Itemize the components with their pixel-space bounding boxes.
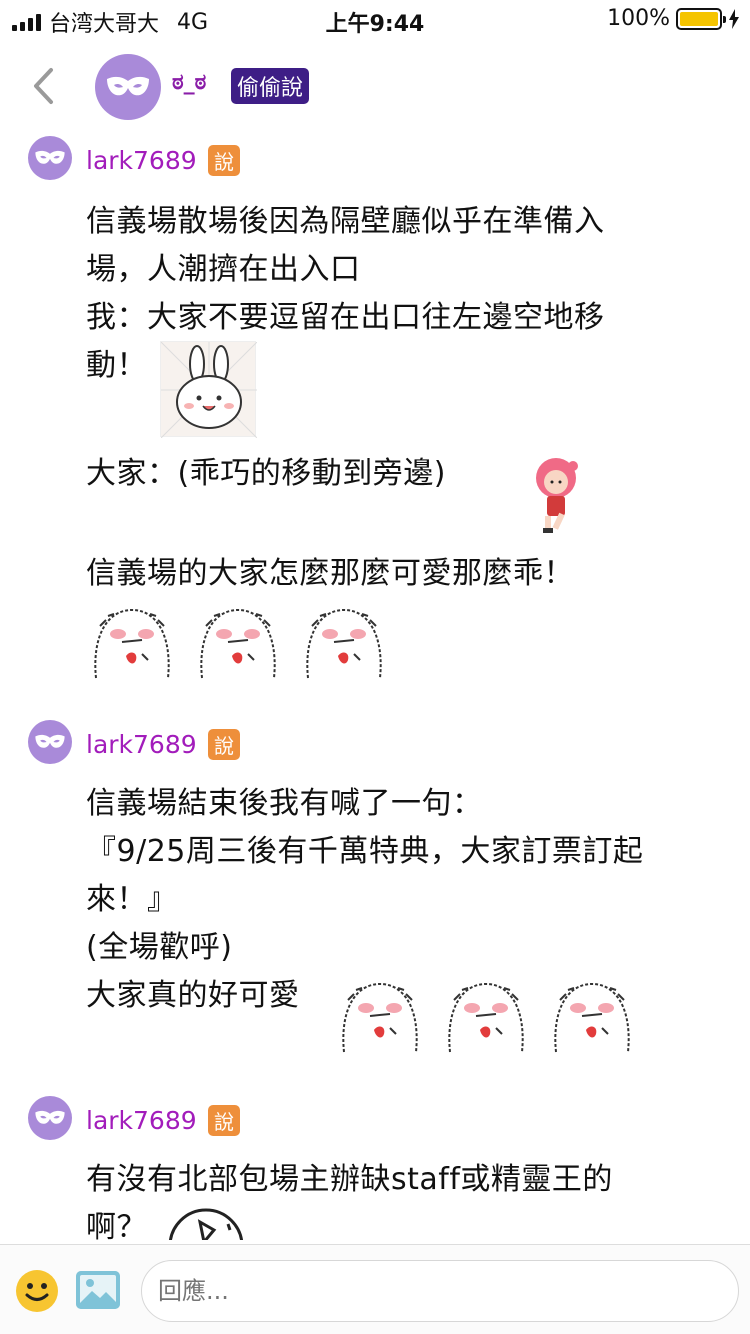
ghost-sticker (298, 598, 390, 690)
mask-icon (35, 1110, 65, 1124)
avatar[interactable] (28, 720, 72, 764)
comment-line: 信義場散場後因為隔壁廳似乎在準備入 (86, 204, 605, 239)
status-bar: 台湾大哥大 4G 上午9:44 100% (0, 0, 750, 40)
ghost-sticker (86, 598, 178, 690)
doodle-sticker (160, 1200, 252, 1240)
reply-input[interactable] (141, 1260, 739, 1322)
battery-icon (676, 7, 726, 30)
chevron-left-icon (34, 68, 53, 104)
comment-line: (全場歡呼) (86, 930, 233, 965)
post-type-badge: 說 (208, 1105, 240, 1136)
comment-line: 動！ (86, 348, 147, 383)
comment-line: 大家：(乖巧的移動到旁邊) (86, 456, 446, 491)
battery-percent: 100% (607, 6, 670, 31)
comment-line: 『9/25周三後有千萬特典，大家訂票訂起 (86, 834, 644, 869)
ghost-sticker (440, 972, 532, 1064)
board-avatar[interactable] (95, 54, 161, 120)
ghost-sticker (546, 972, 638, 1064)
comment-line: 啊？ (86, 1210, 147, 1245)
comment-line: 我：大家不要逗留在出口往左邊空地移 (86, 300, 605, 335)
charging-icon (729, 8, 739, 29)
rabbit-sticker (160, 341, 258, 439)
ghost-sticker (192, 598, 284, 690)
ghost-sticker (334, 972, 426, 1064)
post-type-badge: 說 (208, 729, 240, 760)
board-badge[interactable]: 偷偷說 (231, 68, 310, 104)
mask-icon (35, 734, 65, 748)
post-type-badge: 說 (208, 145, 240, 176)
comment-line: 信義場的大家怎麼那麼可愛那麼乖！ (86, 556, 574, 591)
avatar[interactable] (28, 1096, 72, 1140)
reply-bar (0, 1244, 750, 1334)
comment-line: 信義場結束後我有喊了一句： (86, 786, 483, 821)
mask-icon (35, 150, 65, 164)
comment-line: 來！』 (86, 882, 178, 917)
back-button[interactable] (26, 66, 60, 106)
avatar[interactable] (28, 136, 72, 180)
girl-sticker (525, 454, 587, 536)
username[interactable]: lark7689 (86, 1106, 197, 1135)
comment-line: 場，人潮擠在出入口 (86, 252, 361, 287)
emoji-button[interactable] (16, 1270, 58, 1312)
smiley-icon (25, 1283, 49, 1301)
username[interactable]: lark7689 (86, 730, 197, 759)
mask-icon (107, 76, 149, 96)
header: ಠ_ಠ 偷偷說 (0, 52, 750, 122)
image-button[interactable] (76, 1271, 120, 1309)
image-icon (76, 1271, 120, 1309)
username[interactable]: lark7689 (86, 146, 197, 175)
board-title: ಠ_ಠ (172, 70, 207, 95)
comment-line: 大家真的好可愛 (86, 978, 300, 1013)
comment-line: 有沒有北部包場主辦缺staff或精靈王的 (86, 1162, 613, 1197)
